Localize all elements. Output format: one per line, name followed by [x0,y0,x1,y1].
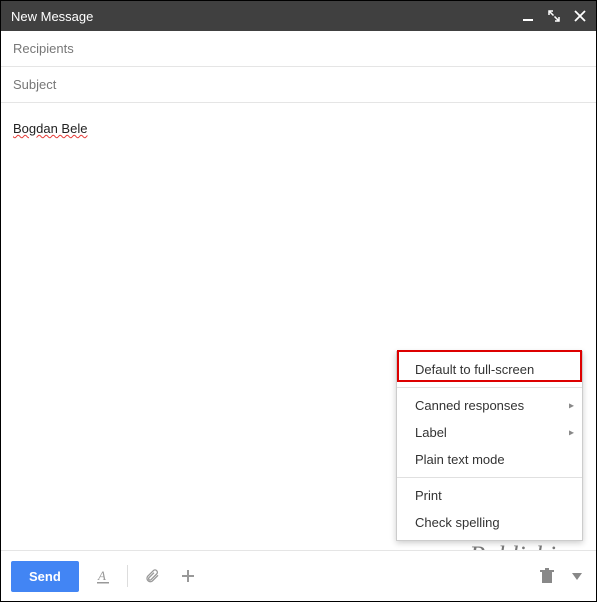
more-options-icon[interactable] [568,566,586,586]
menu-default-fullscreen-label: Default to full-screen [415,362,534,377]
submenu-arrow-icon: ▸ [569,400,574,411]
menu-canned-responses-label: Canned responses [415,398,524,413]
menu-plain-text-label: Plain text mode [415,452,505,467]
menu-default-fullscreen[interactable]: Default to full-screen [397,356,582,383]
toolbar-divider [127,565,128,587]
titlebar: New Message [1,1,596,31]
close-icon[interactable] [574,10,586,22]
header-fields: Recipients Subject [1,31,596,103]
menu-label-label: Label [415,425,447,440]
window-title: New Message [11,9,93,24]
minimize-icon[interactable] [522,10,534,22]
menu-check-spelling[interactable]: Check spelling [397,509,582,536]
compose-toolbar: Send A [1,550,596,601]
fullscreen-icon[interactable] [548,10,560,22]
menu-check-spelling-label: Check spelling [415,515,500,530]
attachment-icon[interactable] [140,564,164,588]
menu-print[interactable]: Print [397,482,582,509]
subject-field[interactable]: Subject [1,67,596,102]
submenu-arrow-icon: ▸ [569,427,574,438]
body-text: Bogdan Bele [13,121,87,136]
menu-plain-text[interactable]: Plain text mode [397,446,582,473]
menu-separator [397,477,582,478]
insert-icon[interactable] [176,564,200,588]
more-options-menu: Default to full-screen Canned responses … [396,351,583,541]
svg-text:A: A [97,568,106,583]
toolbar-right [536,564,586,588]
menu-print-label: Print [415,488,442,503]
menu-label[interactable]: Label ▸ [397,419,582,446]
recipients-field[interactable]: Recipients [1,31,596,67]
formatting-icon[interactable]: A [91,564,115,588]
menu-canned-responses[interactable]: Canned responses ▸ [397,392,582,419]
send-button[interactable]: Send [11,561,79,592]
titlebar-controls [522,10,586,22]
discard-icon[interactable] [536,564,558,588]
menu-separator [397,387,582,388]
